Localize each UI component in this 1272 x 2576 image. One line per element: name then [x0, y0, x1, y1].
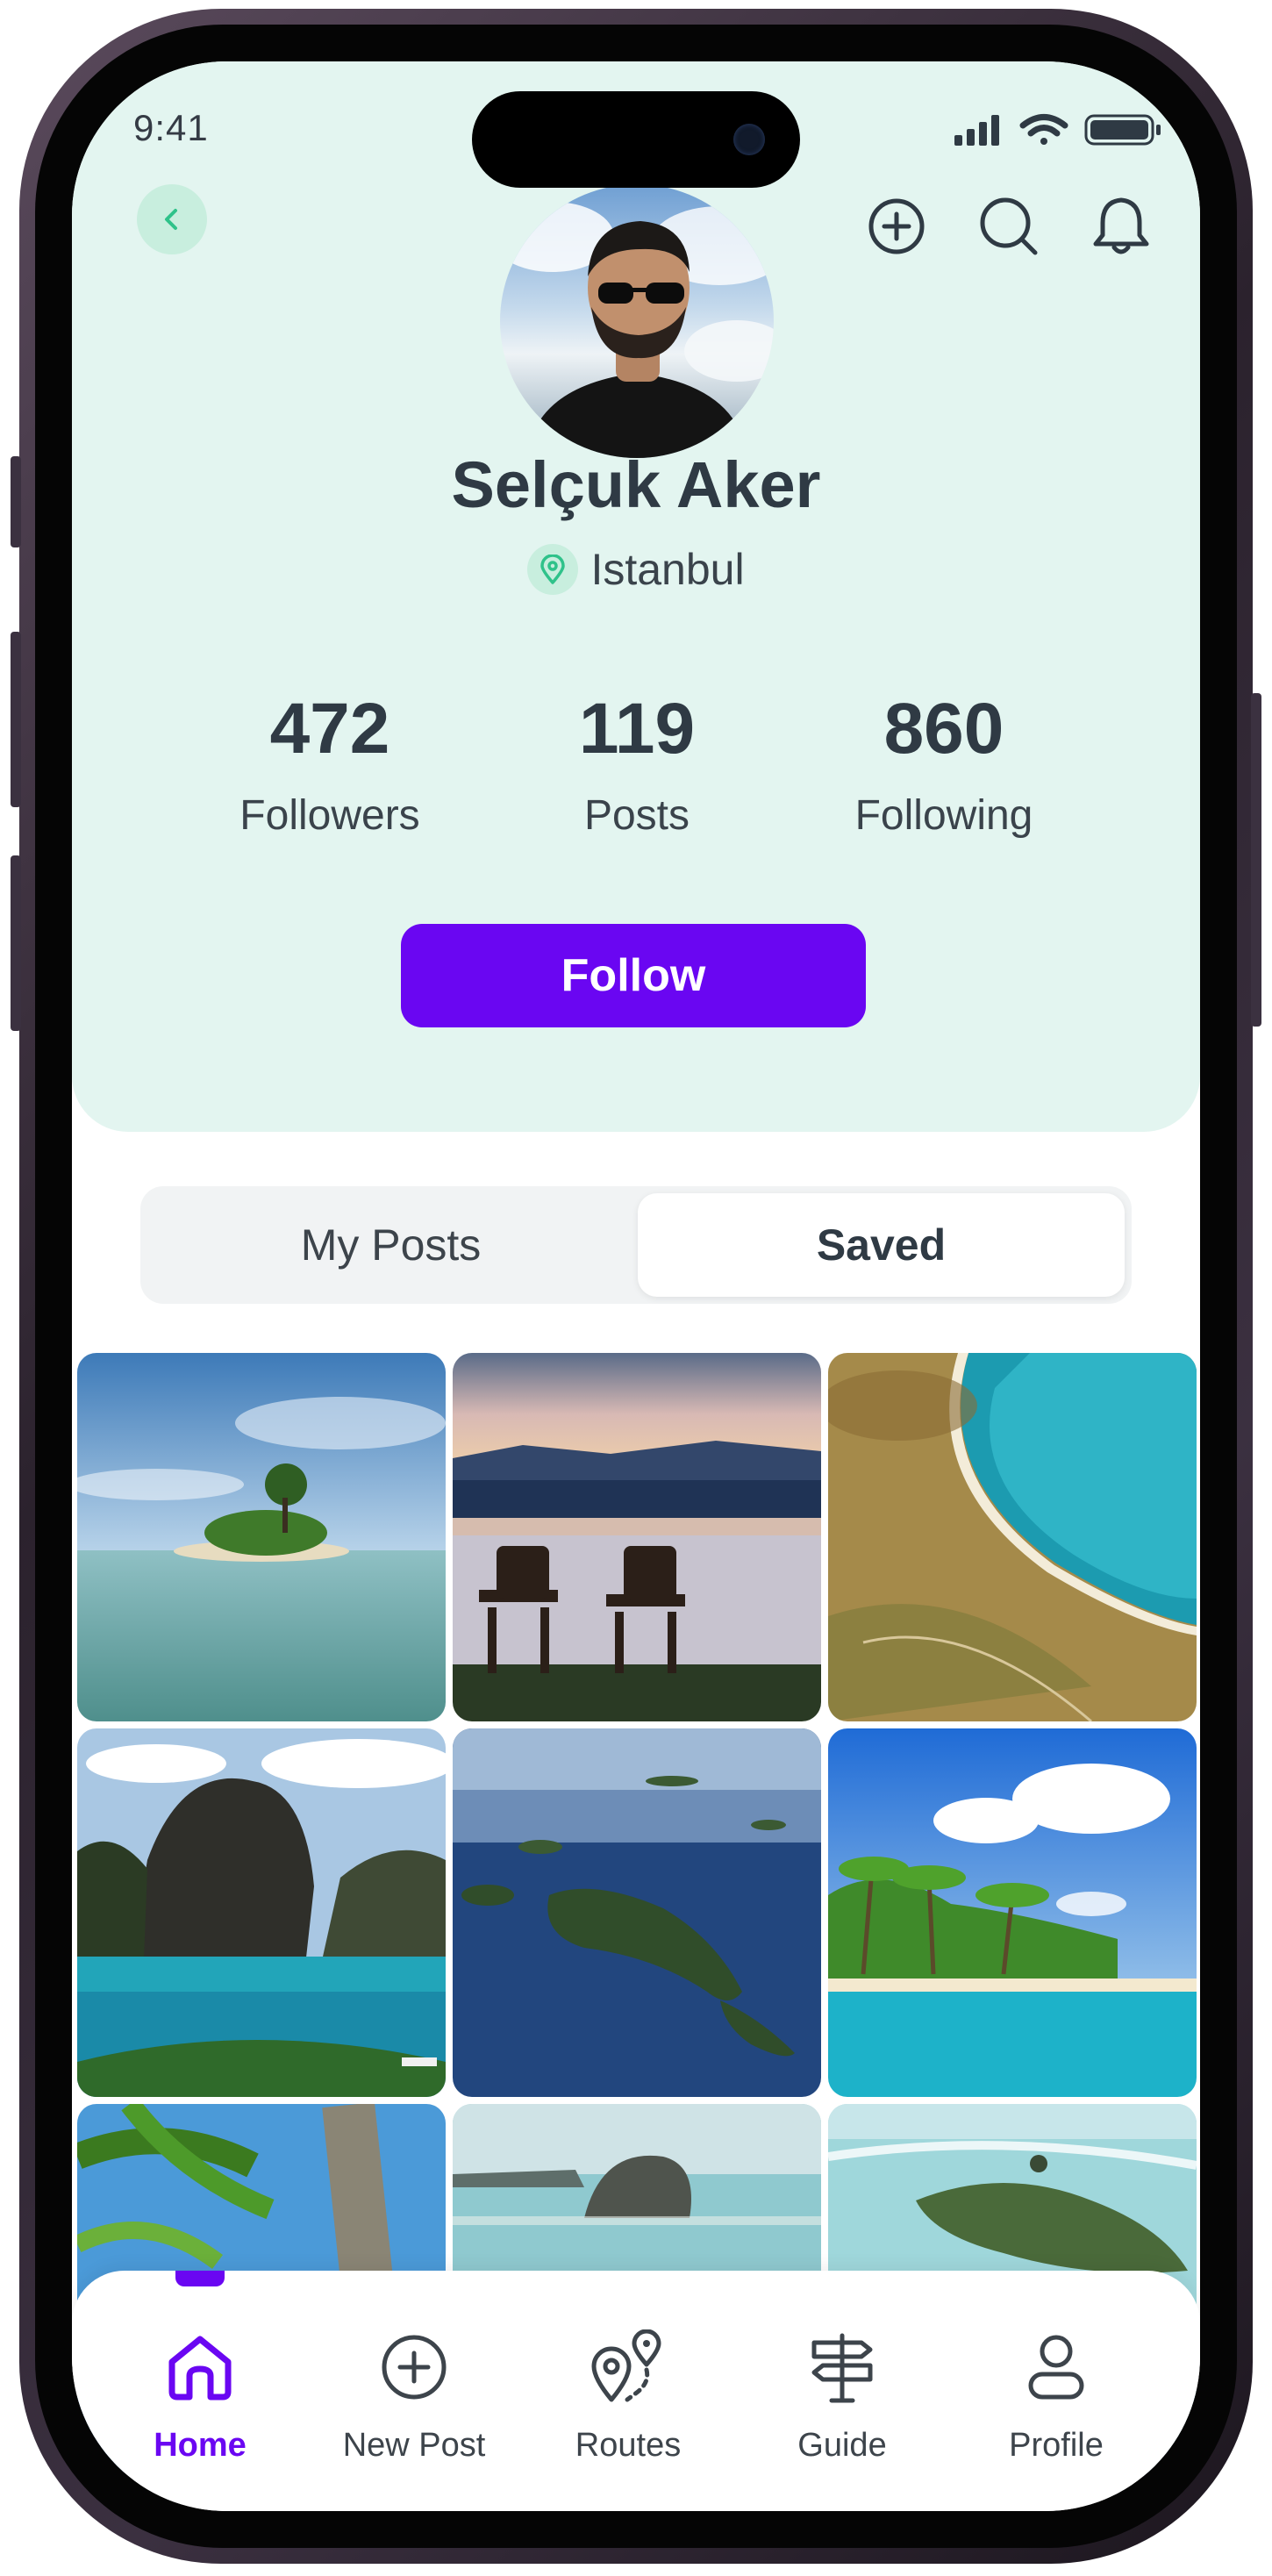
- plus-circle-icon: [868, 198, 925, 254]
- stat-following[interactable]: 860 Following: [812, 693, 1075, 840]
- status-time: 9:41: [133, 107, 209, 148]
- route-pin-icon: [540, 2323, 716, 2411]
- nav-new-post[interactable]: New Post: [326, 2323, 502, 2465]
- action-button: [11, 456, 21, 547]
- search-icon: [980, 197, 1038, 255]
- stat-label: Followers: [239, 792, 420, 839]
- stat-value: 119: [578, 689, 696, 769]
- post-thumbnail[interactable]: [453, 1728, 821, 2097]
- post-thumbnail[interactable]: [453, 1353, 821, 1721]
- plus-circle-icon: [326, 2323, 502, 2411]
- location-pin-icon: [540, 555, 566, 584]
- camera-icon: [733, 124, 765, 155]
- back-button[interactable]: [137, 184, 207, 254]
- stat-posts[interactable]: 119 Posts: [505, 693, 768, 840]
- nav-label: Profile: [1009, 2427, 1104, 2464]
- volume-up-button: [11, 632, 21, 807]
- nav-routes[interactable]: Routes: [540, 2323, 716, 2465]
- post-thumbnail[interactable]: [828, 1728, 1197, 2097]
- avatar-photo: [500, 202, 774, 458]
- tab-my-posts[interactable]: My Posts: [147, 1193, 634, 1297]
- tab-saved[interactable]: Saved: [638, 1193, 1125, 1297]
- notifications-button[interactable]: [1088, 193, 1154, 260]
- stat-value: 860: [883, 689, 1004, 769]
- nav-guide[interactable]: Guide: [754, 2323, 930, 2465]
- user-icon: [968, 2323, 1144, 2411]
- nav-profile[interactable]: Profile: [968, 2323, 1144, 2465]
- signpost-icon: [754, 2323, 930, 2411]
- nav-active-indicator: [175, 2271, 225, 2286]
- volume-down-button: [11, 855, 21, 1031]
- nav-label: Guide: [797, 2427, 887, 2464]
- location-text: Istanbul: [590, 545, 745, 594]
- post-thumbnail[interactable]: [77, 1728, 446, 2097]
- status-icons: [954, 112, 1165, 152]
- chevron-left-icon: [165, 209, 177, 230]
- nav-label: Home: [154, 2427, 247, 2464]
- add-button[interactable]: [863, 193, 930, 260]
- nav-label: Routes: [575, 2427, 682, 2464]
- nav-label: New Post: [342, 2427, 486, 2464]
- signal-icon: [954, 115, 999, 146]
- wifi-icon: [1019, 114, 1068, 145]
- screen: 9:41 Selçuk Aker Istanbul 472 Followers …: [72, 61, 1200, 2511]
- dynamic-island: [472, 91, 800, 188]
- stat-value: 472: [269, 689, 390, 769]
- bottom-nav: Home New Post Routes Guide Profile: [72, 2271, 1200, 2511]
- home-icon: [112, 2323, 288, 2411]
- side-button: [1251, 693, 1261, 1027]
- stat-label: Posts: [583, 792, 690, 839]
- battery-icon: [1084, 114, 1161, 146]
- search-button[interactable]: [975, 193, 1042, 260]
- stat-followers[interactable]: 472 Followers: [198, 693, 461, 840]
- bell-icon: [1093, 197, 1149, 254]
- location: Istanbul: [72, 544, 1200, 595]
- profile-name: Selçuk Aker: [451, 448, 821, 521]
- post-thumbnail[interactable]: [77, 1353, 446, 1721]
- follow-button[interactable]: Follow: [401, 924, 866, 1027]
- posts-tab-bar: My Posts Saved: [140, 1186, 1132, 1304]
- post-thumbnail[interactable]: [828, 1353, 1197, 1721]
- location-pin-badge: [527, 544, 579, 595]
- nav-home[interactable]: Home: [112, 2323, 288, 2465]
- stat-label: Following: [854, 792, 1033, 839]
- avatar[interactable]: [500, 184, 774, 458]
